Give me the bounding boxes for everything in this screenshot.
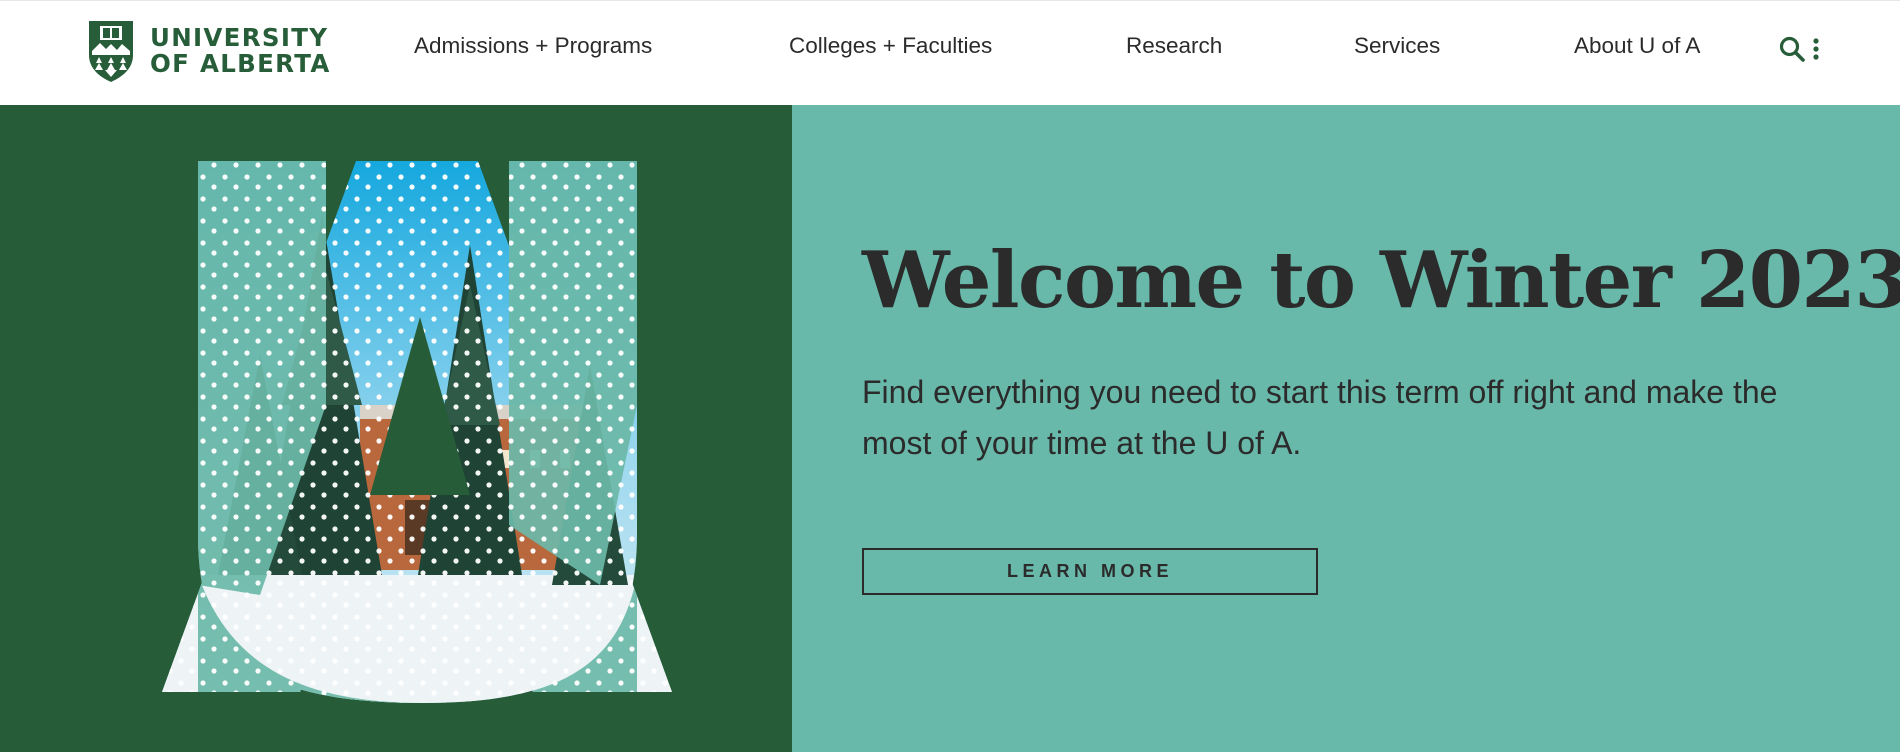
winter-campus-ua-letters-image — [162, 161, 672, 703]
search-icon[interactable] — [1778, 35, 1806, 63]
university-crest-icon — [89, 21, 133, 82]
nav-colleges-faculties[interactable]: Colleges + Faculties — [789, 31, 992, 61]
site-header: UNIVERSITY OF ALBERTA Admissions + Progr… — [0, 0, 1900, 105]
nav-about[interactable]: About U of A — [1574, 31, 1700, 61]
hero-title: Welcome to Winter 2023 — [862, 235, 1900, 326]
nav-research[interactable]: Research — [1126, 31, 1222, 61]
hero-image-panel — [0, 105, 792, 752]
hero-content-panel: Welcome to Winter 2023 Find everything y… — [792, 105, 1900, 752]
nav-services[interactable]: Services — [1354, 31, 1440, 61]
wordmark-line-1: UNIVERSITY — [150, 23, 329, 52]
learn-more-button[interactable]: LEARN MORE — [862, 548, 1318, 595]
university-wordmark: UNIVERSITY OF ALBERTA — [150, 25, 331, 77]
nav-admissions-programs[interactable]: Admissions + Programs — [414, 31, 652, 61]
university-logo[interactable]: UNIVERSITY OF ALBERTA — [86, 19, 331, 83]
kebab-menu-icon[interactable] — [1808, 37, 1824, 63]
wordmark-line-2: OF ALBERTA — [150, 49, 331, 78]
hero-description: Find everything you need to start this t… — [862, 374, 1778, 461]
